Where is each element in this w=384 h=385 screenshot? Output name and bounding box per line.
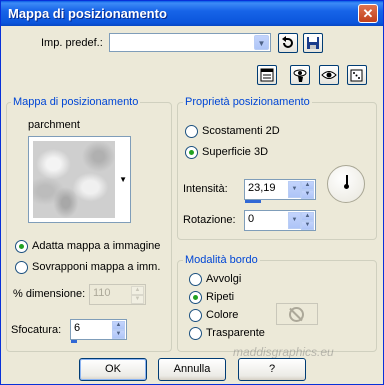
offsets-label[interactable]: Scostamenti 2D: [202, 125, 280, 137]
no-color-icon: [289, 307, 304, 322]
close-button[interactable]: ✕: [358, 4, 378, 23]
spin-down-icon[interactable]: ▼: [112, 330, 125, 339]
color-radio[interactable]: [189, 309, 202, 322]
rotation-value[interactable]: 0: [248, 213, 254, 225]
color-label[interactable]: Colore: [206, 309, 238, 321]
blur-value[interactable]: 6: [74, 322, 80, 334]
intensity-slider-fill[interactable]: [245, 200, 261, 203]
blur-label: Sfocatura:: [11, 324, 62, 336]
eye-hand-icon[interactable]: [290, 65, 310, 85]
texture-preview: [33, 141, 115, 218]
rotation-label: Rotazione:: [183, 214, 236, 226]
blur-spinner[interactable]: 6 ▲ ▼: [70, 319, 127, 340]
edge-group-title: Modalità bordo: [183, 254, 260, 266]
dial-center: [344, 184, 349, 189]
help-button[interactable]: ?: [238, 358, 306, 381]
watermark: maddisgraphics.eu: [233, 345, 334, 359]
wrap-radio[interactable]: [189, 273, 202, 286]
spin-down-icon: ▼: [131, 295, 144, 304]
window-title: Mappa di posizionamento: [8, 6, 167, 21]
dice-icon[interactable]: [347, 65, 367, 85]
fit-label[interactable]: Adatta mappa a immagine: [32, 240, 160, 252]
intensity-value[interactable]: 23,19: [248, 182, 276, 194]
repeat-radio[interactable]: [189, 291, 202, 304]
overlay-label[interactable]: Sovrapponi mappa a imm.: [32, 261, 160, 273]
spin-up-icon: ▲: [131, 286, 144, 295]
chevron-down-icon[interactable]: ▼: [119, 175, 127, 184]
spin-down-icon[interactable]: ▼: [301, 221, 314, 230]
intensity-spinner[interactable]: 23,19 ▼ ▲ ▼: [244, 179, 316, 200]
save-disk-icon[interactable]: [303, 33, 323, 53]
rotation-spinner[interactable]: 0 ▼ ▲ ▼: [244, 210, 316, 231]
overlay-radio[interactable]: [15, 261, 28, 274]
eye-icon[interactable]: [319, 65, 339, 85]
size-spinner: 110 ▲ ▼: [89, 284, 146, 305]
title-bar[interactable]: Mappa di posizionamento ✕: [1, 1, 383, 26]
undo-arrow-icon[interactable]: [278, 33, 298, 53]
spin-down-icon[interactable]: ▼: [301, 190, 314, 199]
intensity-label: Intensità:: [183, 183, 228, 195]
color-swatch: [276, 303, 318, 325]
preset-dropdown[interactable]: ▼: [109, 33, 271, 52]
chevron-down-icon[interactable]: ▼: [288, 181, 301, 198]
transparent-radio[interactable]: [189, 327, 202, 340]
texture-name: parchment: [28, 119, 80, 131]
preset-label: Imp. predef.:: [41, 37, 103, 49]
preview-window-icon[interactable]: [257, 65, 277, 85]
properties-group-title: Proprietà posizionamento: [183, 96, 312, 108]
fit-radio[interactable]: [15, 240, 28, 253]
offsets-radio[interactable]: [185, 125, 198, 138]
size-value: 110: [93, 287, 111, 299]
surface-label[interactable]: Superficie 3D: [202, 146, 268, 158]
mapping-group-title: Mappa di posizionamento: [11, 96, 141, 108]
size-label: % dimensione:: [13, 288, 86, 300]
repeat-label[interactable]: Ripeti: [206, 291, 234, 303]
chevron-down-icon[interactable]: ▼: [254, 35, 269, 50]
transparent-label[interactable]: Trasparente: [206, 327, 265, 339]
cancel-button[interactable]: Annulla: [158, 358, 226, 381]
texture-picker[interactable]: ▼: [28, 136, 131, 223]
chevron-down-icon[interactable]: ▼: [288, 212, 301, 229]
wrap-label[interactable]: Avvolgi: [206, 273, 241, 285]
dialog-window: Mappa di posizionamento ✕ Imp. predef.: …: [0, 0, 384, 385]
spin-up-icon[interactable]: ▲: [301, 212, 314, 221]
rotation-dial[interactable]: [327, 165, 365, 203]
spin-up-icon[interactable]: ▲: [301, 181, 314, 190]
spin-up-icon[interactable]: ▲: [112, 321, 125, 330]
surface-radio[interactable]: [185, 146, 198, 159]
ok-button[interactable]: OK: [79, 358, 147, 381]
blur-slider-fill[interactable]: [71, 340, 77, 343]
